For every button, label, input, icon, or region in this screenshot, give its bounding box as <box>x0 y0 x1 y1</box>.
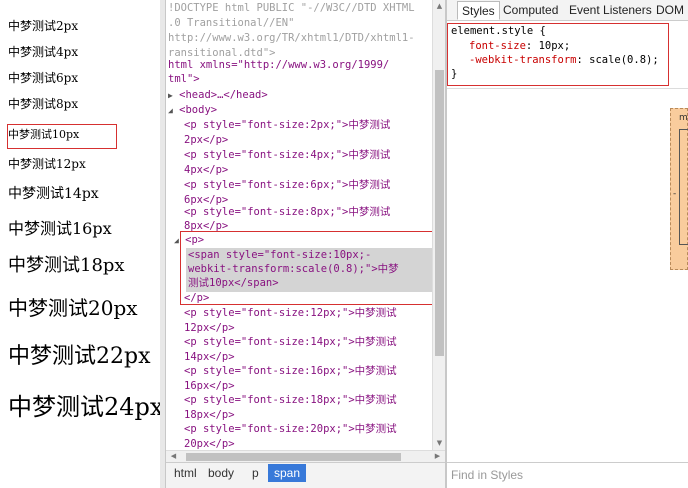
divider <box>447 88 688 89</box>
doctype-line: .0 Transitional//EN" <box>168 17 295 29</box>
selected-node-highlight <box>180 231 432 305</box>
sample-text-14px: 中梦测试14px <box>8 186 99 202</box>
find-in-styles-input[interactable] <box>451 467 681 483</box>
box-model-diagram: m - <box>670 108 688 270</box>
box-model-value: - <box>673 189 677 199</box>
collapse-arrow-icon[interactable]: ◢ <box>174 236 179 245</box>
collapse-arrow-icon[interactable]: ◢ <box>168 106 173 115</box>
p-node[interactable]: 18px</p> <box>184 408 235 423</box>
p-node[interactable]: <p style="font-size:16px;">中梦测试 <box>184 364 397 379</box>
rule-highlight <box>447 23 669 86</box>
sample-text-2px: 中梦测试2px <box>8 19 79 33</box>
p-node[interactable]: 2px</p> <box>184 133 228 148</box>
inspected-element-highlight <box>7 124 117 149</box>
p-node[interactable]: 14px</p> <box>184 350 235 365</box>
box-model-margin-label: m <box>679 113 688 123</box>
sample-text-18px: 中梦测试18px <box>8 255 125 276</box>
elements-vertical-scrollbar[interactable]: ▲ ▼ <box>432 0 445 450</box>
p-node[interactable]: 12px</p> <box>184 321 235 336</box>
breadcrumb: html body p span <box>166 462 445 488</box>
p-node[interactable]: <p style="font-size:12px;">中梦测试 <box>184 306 397 321</box>
sidebar-tabs: Styles Computed Event Listeners DOM <box>447 0 688 21</box>
sample-text-12px: 中梦测试12px <box>8 157 86 171</box>
scroll-down-icon[interactable]: ▼ <box>435 439 444 448</box>
elements-tree[interactable]: !DOCTYPE html PUBLIC "-//W3C//DTD XHTML … <box>166 0 432 462</box>
html-node[interactable]: html xmlns="http://www.w3.org/1999/ <box>168 58 389 73</box>
find-in-styles-bar <box>447 462 688 488</box>
sample-text-16px: 中梦测试16px <box>8 219 112 238</box>
styles-sidebar: Styles Computed Event Listeners DOM elem… <box>447 0 688 488</box>
head-tag: <head>…</head> <box>179 89 268 101</box>
scrollbar-thumb[interactable] <box>186 453 401 461</box>
doctype-line: http://www.w3.org/TR/xhtml1/DTD/xhtml1- <box>168 32 415 44</box>
breadcrumb-html[interactable]: html <box>168 464 203 482</box>
scrollbar-thumb[interactable] <box>435 70 444 356</box>
p-node[interactable]: <p style="font-size:14px;">中梦测试 <box>184 335 397 350</box>
sample-text-20px: 中梦测试20px <box>8 296 138 320</box>
breadcrumb-span[interactable]: span <box>268 464 307 482</box>
body-node[interactable]: ◢ <body> <box>168 103 217 118</box>
p-node[interactable]: <p style="font-size:4px;">中梦测试 <box>184 148 390 163</box>
elements-horizontal-scrollbar[interactable]: ◀ ▶ <box>166 450 445 462</box>
p-node[interactable]: <p style="font-size:6px;">中梦测试 <box>184 178 390 193</box>
tab-dom[interactable]: DOM <box>652 1 688 20</box>
tab-computed[interactable]: Computed <box>499 1 562 20</box>
tab-event-listeners[interactable]: Event Listeners <box>565 1 656 20</box>
rendered-page: 中梦测试2px 中梦测试4px 中梦测试6px 中梦测试8px 中梦测试10px… <box>0 0 160 488</box>
p-node[interactable]: 16px</p> <box>184 379 235 394</box>
box-model-border <box>679 129 688 245</box>
sample-text-6px: 中梦测试6px <box>8 71 79 85</box>
head-node[interactable]: ▶ <head>…</head> <box>168 88 268 103</box>
scroll-left-icon[interactable]: ◀ <box>169 452 178 461</box>
devtools-panel: !DOCTYPE html PUBLIC "-//W3C//DTD XHTML … <box>160 0 688 488</box>
body-tag: <body> <box>179 104 218 116</box>
sample-text-24px: 中梦测试24px <box>8 393 160 421</box>
doctype-line: !DOCTYPE html PUBLIC "-//W3C//DTD XHTML <box>168 2 415 14</box>
p-node[interactable]: <p style="font-size:2px;">中梦测试 <box>184 118 390 133</box>
sample-text-22px: 中梦测试22px <box>8 344 151 369</box>
tab-styles[interactable]: Styles <box>457 1 500 20</box>
html-node[interactable]: tml"> <box>168 72 200 87</box>
scroll-right-icon[interactable]: ▶ <box>433 452 442 461</box>
expand-arrow-icon[interactable]: ▶ <box>168 91 173 100</box>
breadcrumb-body[interactable]: body <box>202 464 240 482</box>
sample-text-8px: 中梦测试8px <box>8 97 79 111</box>
p-node[interactable]: <p style="font-size:20px;">中梦测试 <box>184 422 397 437</box>
p-node[interactable]: 4px</p> <box>184 163 228 178</box>
p-node[interactable]: <p style="font-size:18px;">中梦测试 <box>184 393 397 408</box>
breadcrumb-p[interactable]: p <box>246 464 265 482</box>
sample-text-4px: 中梦测试4px <box>8 45 79 59</box>
scroll-up-icon[interactable]: ▲ <box>435 2 444 11</box>
p-node[interactable]: <p style="font-size:8px;">中梦测试 <box>184 205 390 220</box>
